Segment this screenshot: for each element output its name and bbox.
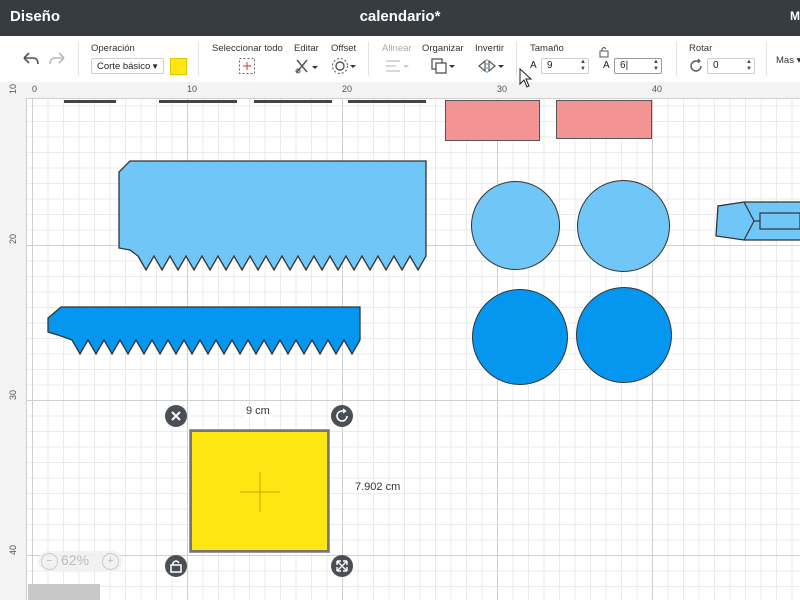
- stepper-icon[interactable]: ▲ ▼: [746, 59, 752, 73]
- ruler-number: 20: [8, 233, 19, 245]
- dark-blue-circle[interactable]: [576, 287, 672, 383]
- redo-icon[interactable]: [48, 50, 68, 68]
- cut-off-shape[interactable]: [348, 100, 426, 103]
- resize-handle[interactable]: [331, 555, 353, 577]
- ruler-number: 10: [8, 83, 19, 95]
- lock-icon: [170, 560, 182, 573]
- select-all-label: Seleccionar todo: [212, 43, 283, 54]
- edit-label: Editar: [294, 43, 319, 54]
- dark-blue-serrated-shape[interactable]: [47, 306, 363, 356]
- cut-off-shape[interactable]: [159, 100, 237, 103]
- title-bar: Diseño calendario* M: [0, 0, 800, 36]
- center-crosshair-icon: [240, 472, 280, 512]
- light-blue-serrated-shape[interactable]: [118, 160, 428, 272]
- lock-icon[interactable]: [598, 46, 610, 58]
- chevron-down-icon: ▼: [151, 62, 159, 71]
- operation-label: Operación: [91, 43, 135, 54]
- mouse-cursor-icon: [519, 68, 533, 88]
- ruler-number: 30: [8, 389, 19, 401]
- undo-icon[interactable]: [20, 50, 40, 68]
- rotate-value: 0: [713, 60, 719, 71]
- offset-label: Offset: [331, 43, 357, 54]
- selection-width-label: 9 cm: [244, 405, 272, 417]
- horizontal-scrollbar[interactable]: [28, 584, 100, 600]
- size-label: Tamaño: [530, 43, 564, 54]
- operation-value: Corte básico: [97, 61, 151, 72]
- height-value: 6: [620, 60, 626, 71]
- rotate-label: Rotar: [689, 43, 713, 54]
- selection-height-label: 7.902 cm: [353, 481, 403, 493]
- zoom-in-button[interactable]: +: [102, 553, 119, 570]
- zoom-control: − 62% +: [38, 551, 123, 571]
- zoom-level: 62%: [61, 552, 90, 568]
- height-input[interactable]: 6| ▲ ▼: [614, 58, 662, 74]
- light-blue-circle[interactable]: [577, 180, 670, 272]
- ruler-number: 0: [32, 84, 38, 94]
- lock-handle[interactable]: [165, 555, 187, 577]
- width-value: 9: [547, 60, 553, 71]
- delete-handle[interactable]: [165, 405, 187, 427]
- flip-icon[interactable]: [477, 57, 505, 75]
- align-label: Alinear: [382, 43, 412, 54]
- left-ruler: 10 20 30 40: [0, 84, 27, 600]
- organize-label: Organizar: [422, 43, 464, 54]
- operation-color-swatch[interactable]: [170, 58, 187, 75]
- top-ruler: 0 10 20 30 40: [0, 82, 800, 99]
- pink-rectangle[interactable]: [556, 100, 652, 139]
- edit-icon[interactable]: [294, 57, 320, 75]
- cut-off-shape[interactable]: [254, 100, 332, 103]
- offset-icon[interactable]: [331, 57, 357, 75]
- stepper-icon[interactable]: ▲ ▼: [653, 59, 659, 73]
- cut-off-shape[interactable]: [64, 100, 116, 103]
- more-options-button[interactable]: Mas ▾: [776, 55, 800, 66]
- ruler-number: 40: [652, 84, 663, 94]
- height-letter: A: [603, 60, 610, 71]
- ruler-number: 40: [8, 544, 19, 556]
- rotate-input[interactable]: 0 ▲ ▼: [707, 58, 755, 74]
- rotate-icon: [336, 408, 348, 422]
- stepper-icon[interactable]: ▲ ▼: [580, 59, 586, 73]
- ruler-number: 30: [497, 84, 508, 94]
- blue-partial-shape[interactable]: [714, 198, 800, 244]
- invert-label: Invertir: [475, 43, 505, 54]
- width-input[interactable]: 9 ▲ ▼: [541, 58, 589, 74]
- organize-icon[interactable]: [430, 57, 456, 75]
- close-icon: [171, 411, 181, 421]
- zoom-out-button[interactable]: −: [41, 553, 58, 570]
- more-menu[interactable]: M: [790, 9, 800, 23]
- dark-blue-circle[interactable]: [472, 289, 568, 385]
- light-blue-circle[interactable]: [471, 181, 560, 270]
- pink-rectangle[interactable]: [445, 100, 540, 141]
- ruler-number: 10: [187, 84, 198, 94]
- rotate-icon: [690, 58, 702, 72]
- expand-icon: [336, 560, 348, 572]
- select-all-icon[interactable]: [238, 57, 256, 75]
- align-icon: [386, 60, 409, 72]
- ruler-number: 20: [342, 84, 353, 94]
- document-title: calendario*: [359, 8, 441, 25]
- operation-select[interactable]: Corte básico ▼: [91, 58, 164, 74]
- rotate-handle[interactable]: [331, 405, 353, 427]
